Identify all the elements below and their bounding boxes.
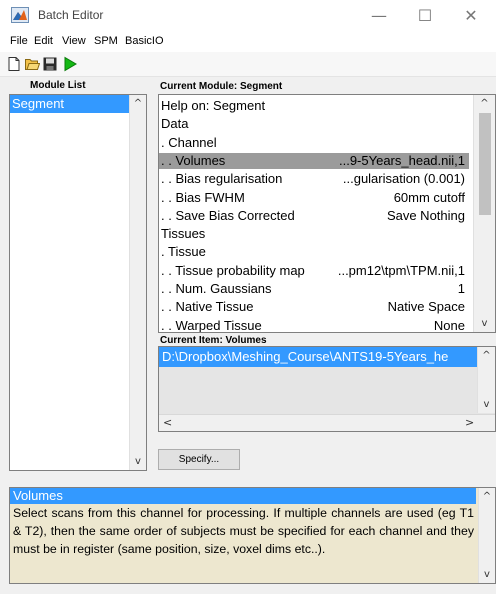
scroll-up-icon[interactable]: ^ <box>130 98 146 109</box>
module-row-label: . . Num. Gaussians <box>161 281 272 296</box>
current-item-value[interactable]: D:\Dropbox\Meshing_Course\ANTS19-5Years_… <box>159 347 477 367</box>
module-row-value: Save Nothing <box>386 207 465 223</box>
module-row-label: . Tissue <box>161 244 206 260</box>
module-row[interactable]: Data <box>159 116 469 132</box>
maximize-button[interactable]: ☐ <box>402 0 448 32</box>
module-row-label: . Channel <box>161 134 217 150</box>
module-row-value: ...gularisation (0.001) <box>342 171 465 187</box>
scroll-up-icon[interactable]: ^ <box>479 491 495 502</box>
open-folder-icon[interactable] <box>24 56 40 72</box>
module-list: Segment ^ v <box>9 94 147 471</box>
scroll-down-icon[interactable]: v <box>474 318 495 329</box>
menu-edit[interactable]: Edit <box>34 35 53 47</box>
module-row[interactable]: . . Warped Tissue None <box>159 318 469 332</box>
module-row-label: . . Bias FWHM <box>161 189 245 205</box>
module-row-value: ...9-5Years_head.nii,1 <box>338 152 465 168</box>
module-row[interactable]: . . Save Bias Corrected Save Nothing <box>159 208 469 224</box>
save-icon[interactable] <box>42 56 58 72</box>
module-row[interactable]: . . Volumes ...9-5Years_head.nii,1 <box>159 152 469 169</box>
help-scrollbar[interactable]: ^ v <box>478 488 495 583</box>
module-row[interactable]: . . Tissue probability map ...pm12\tpm\TP… <box>159 263 469 279</box>
module-row-label: . . Tissue probability map <box>161 262 305 278</box>
module-row-label: . . Save Bias Corrected <box>161 207 295 223</box>
minimize-button[interactable]: — <box>356 0 402 32</box>
current-module-scrollbar[interactable]: ^ v <box>473 95 495 332</box>
module-row[interactable]: Help on: Segment <box>159 98 469 114</box>
module-row-value: None <box>433 317 465 332</box>
module-row[interactable]: . Tissue <box>159 244 469 260</box>
specify-button[interactable]: Specify... <box>158 449 240 470</box>
scroll-down-icon[interactable]: v <box>479 569 495 580</box>
help-title: Volumes <box>10 488 476 504</box>
help-panel: Volumes Select scans from this channel f… <box>9 487 496 584</box>
module-row[interactable]: . . Native Tissue Native Space <box>159 299 469 315</box>
close-button[interactable]: ✕ <box>448 0 494 32</box>
menu-view[interactable]: View <box>62 35 86 47</box>
current-item-label: Current Item: Volumes <box>160 335 267 346</box>
current-item-hscrollbar[interactable]: < > <box>159 414 495 431</box>
module-list-label: Module List <box>30 80 86 91</box>
current-module-label: Current Module: Segment <box>160 81 283 92</box>
scroll-right-icon[interactable]: > <box>465 416 474 429</box>
module-row-label: . . Bias regularisation <box>161 171 283 187</box>
module-row-value: ...pm12\tpm\TPM.nii,1 <box>337 262 465 278</box>
module-rows: Help on: Segment Data . Channel . . Volumes… <box>159 95 471 332</box>
module-row[interactable]: . Channel <box>159 135 469 151</box>
new-file-icon[interactable] <box>6 56 22 72</box>
module-row-value: 1 <box>457 281 465 296</box>
module-row[interactable]: . . Bias FWHM 60mm cutoff <box>159 190 469 206</box>
module-row-value: Native Space <box>387 299 465 315</box>
scroll-down-icon[interactable]: v <box>478 399 495 410</box>
scroll-left-icon[interactable]: < <box>163 416 172 429</box>
title-bar: Batch Editor — ☐ ✕ <box>0 0 496 32</box>
current-module-list: Help on: Segment Data . Channel . . Volumes… <box>158 94 496 333</box>
module-row-label: Tissues <box>161 226 206 242</box>
toolbar <box>0 52 496 77</box>
module-row-label: . . Warped Tissue <box>161 317 262 332</box>
run-icon[interactable] <box>62 56 78 72</box>
module-list-scrollbar[interactable]: ^ v <box>129 95 146 470</box>
scroll-up-icon[interactable]: ^ <box>474 98 495 109</box>
scrollbar-thumb[interactable] <box>479 113 491 215</box>
module-row-label: . . Volumes <box>161 152 226 168</box>
menu-file[interactable]: File <box>10 35 28 47</box>
module-row-label: . . Native Tissue <box>161 299 254 315</box>
matlab-icon <box>11 7 29 23</box>
module-row[interactable]: . . Bias regularisation ...gularisation (… <box>159 171 469 187</box>
module-row[interactable]: Tissues <box>159 226 469 242</box>
current-item-box: D:\Dropbox\Meshing_Course\ANTS19-5Years_… <box>158 346 496 432</box>
menu-bar: File Edit View SPM BasicIO <box>0 32 496 52</box>
current-item-vscrollbar[interactable]: ^ v <box>477 347 495 413</box>
module-row-label: Data <box>161 116 189 132</box>
module-list-item-segment[interactable]: Segment <box>10 95 129 113</box>
module-row-value: 60mm cutoff <box>393 189 465 205</box>
module-row-label: Help on: Segment <box>161 98 266 113</box>
window-title: Batch Editor <box>38 8 104 22</box>
help-text: Select scans from this channel for proce… <box>13 506 474 556</box>
menu-spm[interactable]: SPM <box>94 35 118 47</box>
module-row[interactable]: . . Num. Gaussians 1 <box>159 281 469 297</box>
menu-basicio[interactable]: BasicIO <box>125 35 164 47</box>
scroll-down-icon[interactable]: v <box>130 456 146 467</box>
scroll-up-icon[interactable]: ^ <box>478 350 495 361</box>
